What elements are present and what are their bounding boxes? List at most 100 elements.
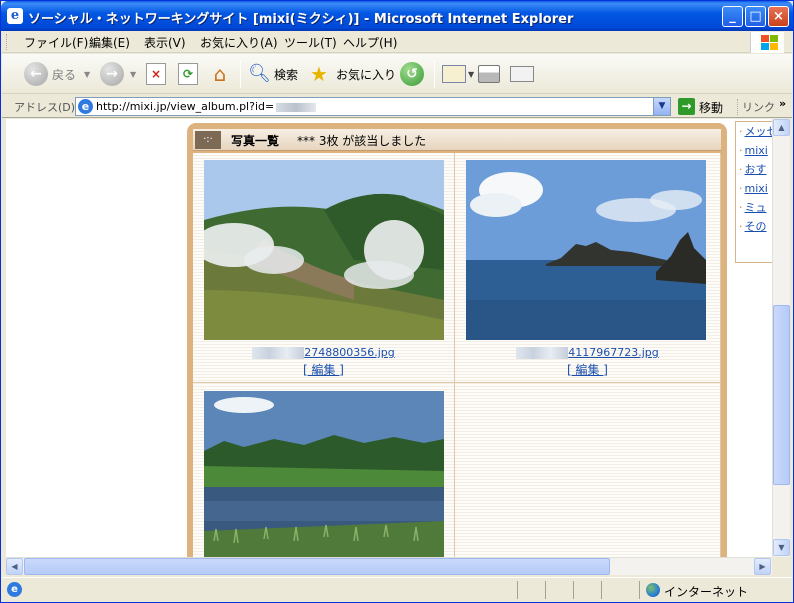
favorites-label: お気に入り <box>336 67 397 82</box>
maximize-button[interactable]: □ <box>745 6 766 27</box>
title-bar: e ソーシャル・ネットワーキングサイト [mixi(ミクシィ)] - Micro… <box>1 1 793 31</box>
address-dropdown-button[interactable]: ▼ <box>653 98 670 115</box>
close-button[interactable]: × <box>768 6 789 27</box>
history-icon: ↺ <box>400 62 424 86</box>
photo-edit-label: [ 編集 ] <box>303 363 344 377</box>
print-icon <box>478 65 500 83</box>
address-bar: アドレス(D) e http://mixi.jp/view_album.pl?i… <box>2 95 792 118</box>
home-icon: ⌂ <box>213 62 227 86</box>
browser-window: e ソーシャル・ネットワーキングサイト [mixi(ミクシィ)] - Micro… <box>0 0 794 603</box>
sidebar-link[interactable]: ·メッセ <box>736 122 772 141</box>
photo-filename: 2748800356.jpg <box>304 346 395 359</box>
back-label: 戻る <box>52 67 77 82</box>
address-input[interactable]: e http://mixi.jp/view_album.pl?id= ▼ <box>75 97 671 116</box>
pond-photo <box>204 391 444 557</box>
album-title: 写真一覧 <box>231 134 280 148</box>
links-label[interactable]: リンク <box>737 99 775 115</box>
windows-logo-icon <box>750 32 784 53</box>
search-icon: 🔍︎ <box>248 63 271 84</box>
scroll-corner <box>772 557 790 575</box>
favorites-button[interactable]: ★ お気に入り <box>310 60 396 88</box>
stop-button[interactable]: × <box>146 60 166 88</box>
photo-filename-link[interactable]: 2748800356.jpg <box>193 346 454 359</box>
edit-page-button[interactable] <box>510 60 534 88</box>
photo-thumbnail[interactable] <box>204 160 444 340</box>
horizontal-scroll-thumb[interactable] <box>24 558 610 575</box>
sidebar-links-box: ·メッセ ·mixi ·おす ·mixi ·ミュ ·その <box>735 121 772 263</box>
go-arrow-icon[interactable]: → <box>678 98 695 115</box>
forward-button[interactable]: → ▼ <box>100 60 136 88</box>
sidebar-link[interactable]: · その <box>736 217 772 236</box>
scroll-up-arrow-icon[interactable]: ▲ <box>773 119 790 136</box>
photo-album-frame: ·:· 写真一覧 *** 3枚 が該当しました 2748800356.jpg [… <box>187 123 727 557</box>
links-chevron-icon[interactable]: » <box>779 97 786 110</box>
photo-cell: 2748800356.jpg [ 編集 ] <box>193 153 455 383</box>
history-button[interactable]: ↺ <box>400 60 424 88</box>
sidebar-link[interactable]: · mixi <box>736 179 772 198</box>
volcano-photo <box>204 160 444 340</box>
photo-edit-link[interactable]: [ 編集 ] <box>455 361 720 378</box>
menu-view[interactable]: 表示(V) <box>144 34 186 51</box>
search-button[interactable]: 🔍︎ 検索 <box>248 60 298 88</box>
edit-page-icon <box>510 66 534 82</box>
back-button[interactable]: ← 戻る ▼ <box>24 60 90 88</box>
photo-filename-link[interactable]: 4117967723.jpg <box>455 346 720 359</box>
sidebar-link[interactable]: · ミュ <box>736 198 772 217</box>
menu-grip <box>6 34 9 50</box>
internet-globe-icon <box>646 583 660 597</box>
sea-rocks-photo <box>466 160 706 340</box>
print-button[interactable] <box>478 60 500 88</box>
window-title: ソーシャル・ネットワーキングサイト [mixi(ミクシィ)] - Microso… <box>28 12 574 27</box>
sidebar-link[interactable]: · おす <box>736 160 772 179</box>
menu-edit[interactable]: 編集(E) <box>89 34 130 51</box>
vertical-scrollbar[interactable]: ▲ ▼ <box>772 119 790 557</box>
horizontal-scrollbar[interactable]: ◀ ▶ <box>6 557 772 575</box>
forward-arrow-icon: → <box>100 62 124 86</box>
menu-help[interactable]: ヘルプ(H) <box>343 34 397 51</box>
filename-redaction <box>252 347 305 359</box>
back-arrow-icon: ← <box>24 62 48 86</box>
mail-button[interactable]: ▼ <box>442 60 474 88</box>
address-url: http://mixi.jp/view_album.pl?id= <box>96 100 275 113</box>
menu-bar: ファイル(F) 編集(E) 表示(V) お気に入り(A) ツール(T) ヘルプ(… <box>2 31 792 53</box>
scroll-left-arrow-icon[interactable]: ◀ <box>6 558 23 575</box>
status-bar: e インターネット <box>2 577 792 601</box>
photo-thumbnail[interactable] <box>466 160 706 340</box>
ie-app-icon[interactable]: e <box>7 8 23 24</box>
photo-grid: 2748800356.jpg [ 編集 ] 4117967723.jpg [編… <box>193 153 721 557</box>
scroll-right-arrow-icon[interactable]: ▶ <box>754 558 771 575</box>
photo-cell: 4117967723.jpg [ 編集 ] <box>455 153 721 383</box>
scroll-down-arrow-icon[interactable]: ▼ <box>773 539 790 556</box>
home-button[interactable]: ⌂ <box>208 60 232 88</box>
mail-dropdown-icon[interactable]: ▼ <box>468 70 474 79</box>
menu-favorites[interactable]: お気に入り(A) <box>200 34 278 51</box>
sidebar-link[interactable]: · mixi <box>736 141 772 160</box>
menu-tools[interactable]: ツール(T) <box>284 34 337 51</box>
refresh-button[interactable]: ⟳ <box>178 60 198 88</box>
empty-photo-cell <box>455 383 721 557</box>
minimize-button[interactable]: _ <box>722 6 743 27</box>
album-header: ·:· 写真一覧 *** 3枚 が該当しました <box>193 129 721 151</box>
go-button[interactable]: 移動 <box>699 99 723 116</box>
menu-file[interactable]: ファイル(F) <box>24 34 88 51</box>
refresh-icon: ⟳ <box>178 63 198 85</box>
status-pane <box>545 581 573 599</box>
back-dropdown-icon[interactable]: ▼ <box>84 70 90 79</box>
standard-toolbar: ← 戻る ▼ → ▼ × ⟳ ⌂ 🔍︎ 検索 ★ お気に入り ↺ ▼ <box>2 54 792 94</box>
address-label: アドレス(D) <box>14 101 76 114</box>
page-status-icon: e <box>7 582 22 597</box>
status-pane <box>601 581 639 599</box>
photo-thumbnail[interactable] <box>204 391 444 557</box>
status-pane <box>573 581 601 599</box>
page-content: ·:· 写真一覧 *** 3枚 が該当しました 2748800356.jpg [… <box>6 119 772 557</box>
photo-edit-label: [ 編集 ] <box>567 363 608 377</box>
search-label: 検索 <box>274 67 299 82</box>
photo-edit-link[interactable]: [ 編集 ] <box>193 361 454 378</box>
stop-icon: × <box>146 63 166 85</box>
forward-dropdown-icon[interactable]: ▼ <box>130 70 136 79</box>
photo-filename: 4117967723.jpg <box>568 346 659 359</box>
security-zone: インターネット <box>664 585 749 599</box>
vertical-scroll-thumb[interactable] <box>773 305 790 485</box>
page-ie-icon: e <box>78 99 93 114</box>
album-count: *** 3枚 が該当しました <box>297 134 427 148</box>
